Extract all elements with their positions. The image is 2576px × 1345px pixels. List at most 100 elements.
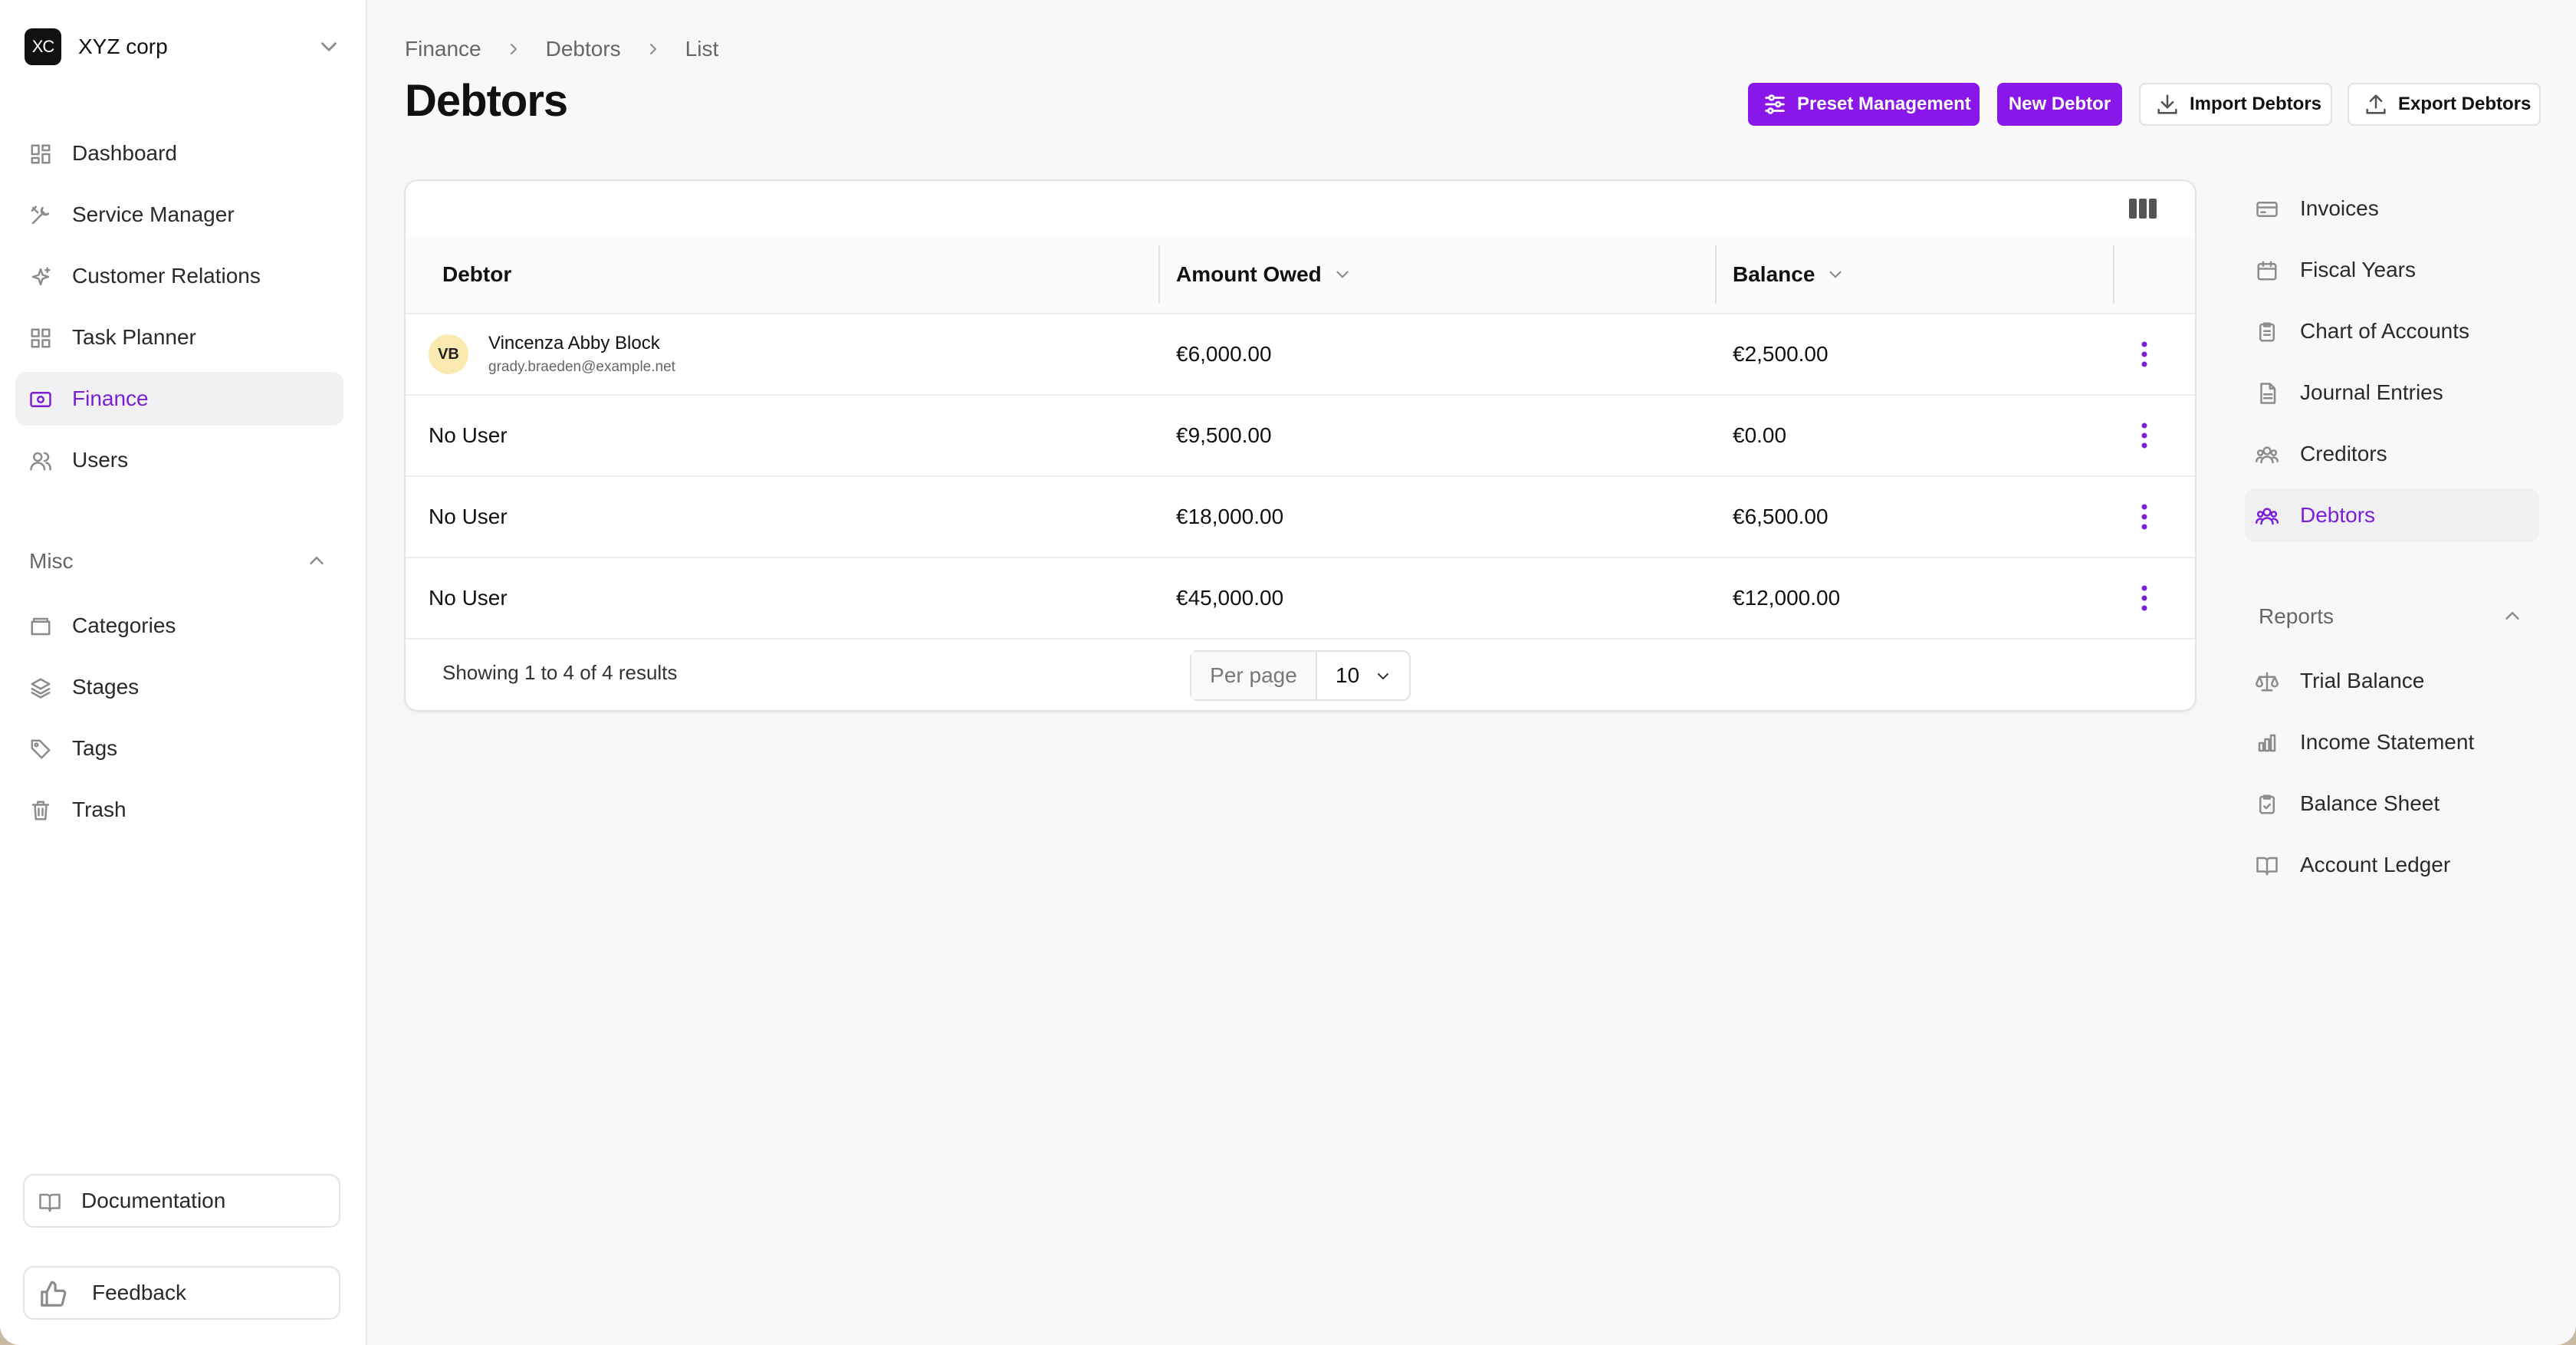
trash-icon [31, 801, 50, 820]
subnav-item-debtors[interactable]: Debtors [2245, 488, 2539, 542]
org-logo: XC [25, 28, 61, 65]
per-page-select[interactable]: Per page 10 [1190, 650, 1411, 701]
documentation-label: Documentation [81, 1189, 226, 1212]
column-divider [2113, 245, 2114, 304]
users-icon [2256, 508, 2279, 525]
users-icon [2256, 446, 2279, 464]
sparkle-icon [31, 267, 51, 286]
column-label: Amount Owed [1176, 262, 1322, 286]
sidebar-item-label: Trash [72, 797, 127, 821]
balance-cell: €2,500.00 [1733, 342, 1829, 366]
subnav-item-balance-sheet[interactable]: Balance Sheet [2245, 777, 2539, 830]
preset-management-button[interactable]: Preset Management [1748, 83, 1980, 126]
subnav-item-trial-balance[interactable]: Trial Balance [2245, 654, 2539, 708]
results-summary: Showing 1 to 4 of 4 results [442, 661, 678, 684]
misc-section-label: Misc [29, 549, 74, 573]
preset-management-label: Preset Management [1797, 94, 1971, 114]
reports-section-header[interactable]: Reports [2259, 601, 2539, 632]
subnav-item-label: Invoices [2300, 196, 2379, 220]
sidebar-item-task-planner[interactable]: Task Planner [15, 311, 343, 364]
debtor-info: Vincenza Abby Block grady.braeden@exampl… [488, 333, 675, 376]
table-row[interactable]: VB Vincenza Abby Block grady.braeden@exa… [406, 314, 2195, 396]
sidebar-item-stages[interactable]: Stages [15, 660, 343, 714]
breadcrumb-list: List [685, 37, 719, 61]
upload-icon [2366, 94, 2386, 114]
debtor-cell: VB Vincenza Abby Block grady.braeden@exa… [429, 314, 675, 394]
sidebar-item-users[interactable]: Users [15, 433, 343, 487]
debtors-table: Debtor Amount Owed Balance VB Vincenza A… [404, 179, 2196, 712]
subnav-item-fiscal-years[interactable]: Fiscal Years [2245, 243, 2539, 297]
chevron-up-icon [2505, 612, 2519, 620]
users-icon [30, 452, 51, 471]
subnav-item-income-statement[interactable]: Income Statement [2245, 715, 2539, 769]
sidebar-item-tags[interactable]: Tags [15, 722, 343, 775]
breadcrumb: Finance Debtors List [405, 34, 718, 64]
columns-icon[interactable] [2128, 196, 2158, 221]
sidebar-item-categories[interactable]: Categories [15, 599, 343, 653]
feedback-label: Feedback [92, 1281, 186, 1304]
sidebar-item-trash[interactable]: Trash [15, 783, 343, 837]
subnav-item-creditors[interactable]: Creditors [2245, 427, 2539, 481]
new-debtor-button[interactable]: New Debtor [1997, 83, 2122, 126]
subnav-item-account-ledger[interactable]: Account Ledger [2245, 838, 2539, 892]
calendar-icon [2257, 261, 2277, 281]
more-vertical-icon[interactable] [2140, 584, 2149, 612]
breadcrumb-finance[interactable]: Finance [405, 37, 481, 61]
sidebar-item-label: Dashboard [72, 141, 177, 165]
column-header-amount-owed[interactable]: Amount Owed [1176, 236, 1352, 313]
bar-chart-icon [2258, 734, 2276, 752]
subnav-item-label: Fiscal Years [2300, 258, 2416, 281]
subnav-item-label: Journal Entries [2300, 380, 2443, 404]
org-switcher[interactable]: XC XYZ corp [25, 28, 342, 66]
table-header: Debtor Amount Owed Balance [406, 236, 2195, 314]
subnav-item-label: Chart of Accounts [2300, 319, 2470, 343]
subnav-item-invoices[interactable]: Invoices [2245, 182, 2539, 235]
export-debtors-label: Export Debtors [2398, 94, 2532, 114]
import-debtors-button[interactable]: Import Debtors [2139, 83, 2332, 126]
folder-icon [31, 617, 51, 636]
column-divider [1158, 245, 1160, 304]
sidebar-item-customer-relations[interactable]: Customer Relations [15, 249, 343, 303]
chevron-right-icon [510, 44, 517, 54]
balance-cell: €12,000.00 [1733, 586, 1841, 610]
chevron-down-icon [1336, 271, 1349, 278]
more-vertical-icon[interactable] [2140, 340, 2149, 368]
subnav-item-journal-entries[interactable]: Journal Entries [2245, 366, 2539, 419]
sidebar-item-dashboard[interactable]: Dashboard [15, 127, 343, 180]
chevron-down-icon [1829, 271, 1842, 278]
subnav-item-label: Debtors [2300, 503, 2376, 527]
breadcrumb-debtors[interactable]: Debtors [546, 37, 621, 61]
more-vertical-icon[interactable] [2140, 422, 2149, 449]
feedback-button[interactable]: Feedback [23, 1266, 340, 1320]
sidebar: XC XYZ corp Dashboard Service Manager Cu… [0, 0, 367, 1345]
sliders-icon [1765, 94, 1785, 114]
table-toolbar [406, 181, 2195, 238]
misc-section-header[interactable]: Misc [29, 546, 328, 577]
document-icon [2260, 383, 2276, 404]
amount-owed-cell: €18,000.00 [1176, 505, 1284, 528]
column-label: Debtor [442, 262, 512, 286]
subnav-item-label: Creditors [2300, 442, 2387, 465]
chevron-right-icon [649, 44, 656, 54]
debtor-name: No User [429, 423, 508, 447]
sidebar-item-label: Customer Relations [72, 264, 261, 288]
sidebar-item-finance[interactable]: Finance [15, 372, 343, 426]
sidebar-item-service-manager[interactable]: Service Manager [15, 188, 343, 242]
sidebar-item-label: Finance [72, 386, 149, 410]
table-row[interactable]: No User €45,000.00 €12,000.00 [406, 558, 2195, 640]
column-header-balance[interactable]: Balance [1733, 236, 1845, 313]
book-icon [2256, 857, 2278, 876]
clipboard-icon [2259, 322, 2275, 342]
documentation-button[interactable]: Documentation [23, 1174, 340, 1228]
amount-owed-cell: €9,500.00 [1176, 423, 1272, 447]
table-row[interactable]: No User €18,000.00 €6,500.00 [406, 477, 2195, 558]
more-vertical-icon[interactable] [2140, 503, 2149, 531]
download-icon [2157, 94, 2177, 114]
subnav-item-chart-of-accounts[interactable]: Chart of Accounts [2245, 304, 2539, 358]
table-row[interactable]: No User €9,500.00 €0.00 [406, 396, 2195, 477]
tools-icon [31, 206, 50, 225]
sidebar-item-label: Stages [72, 675, 140, 699]
debtor-email: grady.braeden@example.net [488, 359, 675, 375]
export-debtors-button[interactable]: Export Debtors [2348, 83, 2541, 126]
new-debtor-label: New Debtor [2008, 94, 2111, 114]
